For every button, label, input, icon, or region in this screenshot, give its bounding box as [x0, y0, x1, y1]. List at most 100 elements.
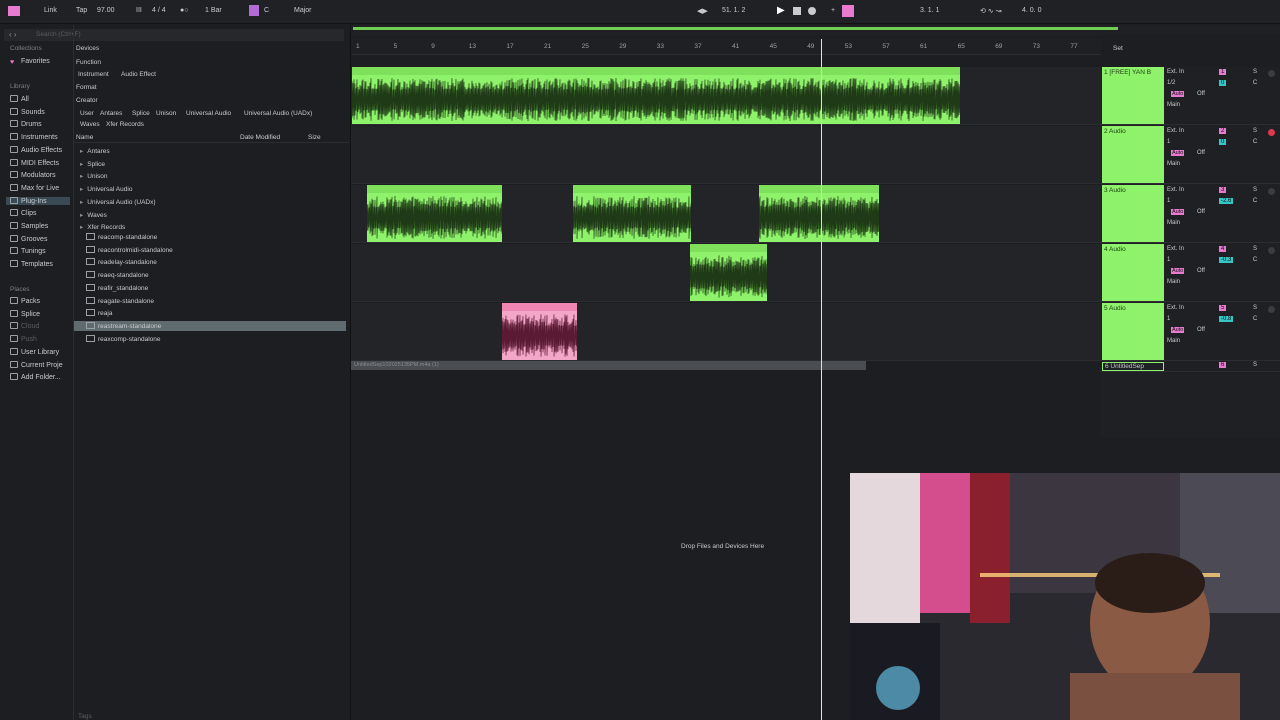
- lane-2[interactable]: [351, 126, 1101, 184]
- crossfade-button[interactable]: C: [1251, 257, 1259, 265]
- automation-arm-button[interactable]: [842, 5, 854, 17]
- monitor-auto-button[interactable]: Auto: [1171, 209, 1185, 215]
- file-item[interactable]: readelay-standalone: [86, 258, 157, 266]
- audio-clip-67[interactable]: Audio 67: [690, 244, 767, 301]
- monitor-auto-button[interactable]: Auto: [1171, 268, 1185, 274]
- sidebar-place-current-proje[interactable]: Current Proje: [10, 360, 63, 369]
- tag-instrument[interactable]: Instrument: [78, 71, 109, 78]
- tap-button[interactable]: Tap: [76, 7, 87, 14]
- sidebar-item-grooves[interactable]: Grooves: [10, 234, 47, 243]
- solo-button[interactable]: S: [1251, 246, 1259, 254]
- sidebar-item-midi-effects[interactable]: MIDI Effects: [10, 158, 59, 167]
- tag-universal-audio-uadx[interactable]: Universal Audio (UADx): [244, 110, 312, 117]
- monitor-auto-button[interactable]: Auto: [1171, 150, 1185, 156]
- track-activator[interactable]: 2: [1219, 128, 1227, 134]
- track-ch-select[interactable]: 1: [1167, 139, 1170, 145]
- tag-audio-effect[interactable]: Audio Effect: [121, 71, 156, 78]
- arm-record-button[interactable]: [1268, 70, 1275, 77]
- solo-button[interactable]: S: [1251, 362, 1259, 370]
- tag-splice[interactable]: Splice: [132, 110, 150, 117]
- loop-start[interactable]: 3. 1. 1: [920, 7, 939, 14]
- track-monitor-select[interactable]: Off: [1197, 268, 1205, 274]
- track-name[interactable]: 5 Audio: [1102, 303, 1164, 360]
- sidebar-item-tunings[interactable]: Tunings: [10, 247, 46, 255]
- sidebar-item-samples[interactable]: Samples: [10, 222, 48, 230]
- filter-format[interactable]: Format: [76, 84, 97, 91]
- folder-item[interactable]: ▸ Universal Audio: [80, 185, 132, 193]
- overdub-icon[interactable]: +: [831, 7, 835, 14]
- scale-mode-toggle[interactable]: [249, 5, 259, 16]
- track-activator[interactable]: 5: [1219, 305, 1227, 311]
- follow-icon[interactable]: ◀▶: [697, 7, 708, 15]
- crossfade-button[interactable]: C: [1251, 316, 1259, 324]
- tag-user[interactable]: User: [80, 110, 94, 117]
- file-item[interactable]: reastream-standalone: [86, 321, 161, 330]
- metronome-icon[interactable]: III: [136, 7, 142, 14]
- tempo-field[interactable]: 97.00: [97, 7, 115, 14]
- crossfade-button[interactable]: C: [1251, 139, 1259, 147]
- track-volume[interactable]: 0: [1219, 80, 1227, 86]
- track-out-select[interactable]: Main: [1167, 102, 1180, 108]
- sidebar-item-all[interactable]: All: [10, 95, 29, 103]
- track-name[interactable]: 2 Audio: [1102, 126, 1164, 183]
- sidebar-place-splice[interactable]: Splice: [10, 309, 40, 318]
- sidebar-item-clips[interactable]: Clips: [10, 209, 37, 217]
- filter-devices[interactable]: Devices: [76, 45, 99, 52]
- arm-record-button[interactable]: [1268, 129, 1275, 136]
- track-out-select[interactable]: Main: [1167, 220, 1180, 226]
- tag-unison[interactable]: Unison: [156, 110, 176, 117]
- track-input-select[interactable]: Ext. In: [1167, 187, 1184, 193]
- arm-record-button[interactable]: [1268, 188, 1275, 195]
- tag-xfer-records[interactable]: Xfer Records: [106, 121, 144, 128]
- file-item[interactable]: reaxcomp-standalone: [86, 334, 161, 343]
- timeline-ruler[interactable]: 1 5 9 13 17 21 25 29 33 37 41 45 49 53 57 61 65 69 73 77: [351, 39, 1101, 55]
- folder-item[interactable]: ▸ Unison: [80, 172, 108, 180]
- link-button[interactable]: Link: [44, 7, 57, 14]
- sidebar-item-favorites[interactable]: ♥ Favorites: [10, 58, 50, 66]
- solo-button[interactable]: S: [1251, 128, 1259, 136]
- loop-icon[interactable]: ⟲ ∿ ↝: [980, 7, 1002, 15]
- column-size[interactable]: Size: [308, 134, 321, 141]
- track-header[interactable]: 1 [FREE] YAN B Ext. In 1/2 Off Main Auto 0 1 S C: [1101, 67, 1280, 125]
- time-signature[interactable]: 4 / 4: [152, 7, 166, 14]
- audio-clip-beat-1[interactable]: [FREE] YAN BLOCK TYPE BEAT - DICEN: [352, 67, 727, 124]
- filter-function[interactable]: Function: [76, 59, 101, 66]
- tag-universal-audio[interactable]: Universal Audio: [186, 110, 231, 117]
- arm-record-button[interactable]: [1268, 306, 1275, 313]
- overview-strip[interactable]: [351, 25, 1280, 35]
- solo-button[interactable]: S: [1251, 187, 1259, 195]
- track-volume[interactable]: -2.6: [1219, 198, 1234, 204]
- audio-clip-3c[interactable]: Audi Au Audio Audio: [759, 185, 879, 242]
- column-date-modified[interactable]: Date Modified: [240, 134, 280, 141]
- track-monitor-select[interactable]: Off: [1197, 209, 1205, 215]
- track-volume[interactable]: 0: [1219, 139, 1227, 145]
- track-header[interactable]: 2 Audio Ext. In 1 Off Main Auto 0 2 S C: [1101, 126, 1280, 184]
- folder-item[interactable]: ▸ Antares: [80, 147, 110, 155]
- track-out-select[interactable]: Main: [1167, 161, 1180, 167]
- sidebar-place-user-library[interactable]: User Library: [10, 347, 59, 356]
- master-track-lane[interactable]: UntitledSep102025135PM.m4a (1): [351, 361, 866, 370]
- track-name[interactable]: 1 [FREE] YAN B: [1102, 67, 1164, 124]
- filter-creator[interactable]: Creator: [76, 97, 98, 104]
- track-header[interactable]: 5 Audio Ext. In 1 Off Main Auto -0.8 5 S C: [1101, 303, 1280, 361]
- track-input-select[interactable]: Ext. In: [1167, 69, 1184, 75]
- track-ch-select[interactable]: 1/2: [1167, 80, 1175, 86]
- quantize-menu[interactable]: 1 Bar: [205, 7, 222, 14]
- file-item[interactable]: reaeq-standalone: [86, 271, 149, 279]
- sidebar-place-add-folder-[interactable]: Add Folder...: [10, 373, 61, 381]
- folder-item[interactable]: ▸ Splice: [80, 160, 105, 168]
- track-header[interactable]: 3 Audio Ext. In 1 Off Main Auto -2.6 3 S C: [1101, 185, 1280, 243]
- record-mode-icon[interactable]: ●○: [180, 7, 188, 14]
- sidebar-item-modulators[interactable]: Modulators: [10, 171, 56, 179]
- sidebar-item-max-for-live[interactable]: Max for Live: [10, 183, 59, 192]
- tag-antares[interactable]: Antares: [100, 110, 122, 117]
- track-input-select[interactable]: Ext. In: [1167, 246, 1184, 252]
- file-item[interactable]: reagate-standalone: [86, 296, 154, 305]
- file-item[interactable]: reacontrolmidi-standalone: [86, 245, 173, 254]
- folder-item[interactable]: ▸ Universal Audio (UADx): [80, 198, 156, 206]
- audio-clip-3a[interactable]: Audi Au Audio Audio: [367, 185, 502, 242]
- song-position[interactable]: 51. 1. 2: [722, 7, 745, 14]
- crossfade-button[interactable]: C: [1251, 198, 1259, 206]
- track-activator[interactable]: 3: [1219, 187, 1227, 193]
- vocals-clip[interactable]: Vocals UntitledSep102: [502, 303, 577, 360]
